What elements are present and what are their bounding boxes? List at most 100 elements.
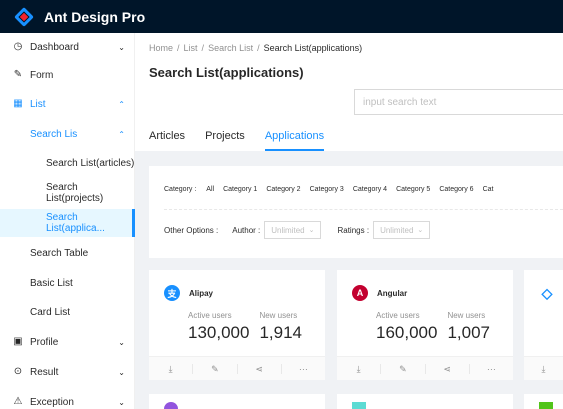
sidebar-item-label: Card List <box>30 306 71 318</box>
app-stats: Active users 130,000 New users 1,914 <box>188 311 312 343</box>
active-users-label: Active users <box>188 311 232 320</box>
breadcrumb-separator: / <box>177 43 180 53</box>
sidebar-item-profile[interactable]: ▣ Profile ⌄ <box>0 328 135 356</box>
sidebar-item-label: List <box>30 98 46 110</box>
author-label: Author : <box>232 225 261 235</box>
form-icon: ✎ <box>13 69 23 80</box>
sidebar-item-label: Search List(applica... <box>46 212 105 234</box>
new-users-value: 1,007 <box>447 323 490 342</box>
app-name: Alipay <box>189 288 214 298</box>
new-users-label: New users <box>447 311 486 320</box>
more-icon[interactable]: ··· <box>282 364 325 374</box>
share-icon[interactable]: ⋖ <box>238 364 282 374</box>
sidebar-item-form[interactable]: ✎ Form <box>0 61 135 89</box>
app-name: Angular <box>377 288 408 298</box>
sidebar-item-result[interactable]: ⊙ Result ⌄ <box>0 358 135 386</box>
card-actions: ⤓ ✎ ⋖ ··· <box>337 356 513 380</box>
more-icon[interactable]: ··· <box>470 364 513 374</box>
sidebar-item-card-list[interactable]: Card List <box>0 298 135 326</box>
page-title: Search List(applications) <box>149 65 304 80</box>
top-header: Ant Design Pro <box>0 0 563 33</box>
sidebar-item-search-list[interactable]: Search Lis ⌃ <box>0 120 135 148</box>
search-input[interactable]: input search text <box>354 89 563 115</box>
edit-icon[interactable]: ✎ <box>381 364 426 374</box>
sidebar-item-search-list-projects[interactable]: Search List(projects) <box>0 179 135 207</box>
breadcrumb-search-list[interactable]: Search List <box>208 43 253 53</box>
app-card: A Angular Active users 160,000 New users 1… <box>337 270 513 380</box>
ratings-label: Ratings : <box>337 225 370 235</box>
tab-applications[interactable]: Applications <box>264 130 325 151</box>
download-icon[interactable]: ⤓ <box>337 364 382 374</box>
sidebar-item-dashboard[interactable]: ◷ Dashboard ⌄ <box>0 33 135 61</box>
sidebar-item-label: Dashboard <box>30 41 79 53</box>
sidebar-item-exception[interactable]: ⚠ Exception ⌄ <box>0 388 135 409</box>
edit-icon[interactable]: ✎ <box>193 364 238 374</box>
search-placeholder: input search text <box>363 96 437 108</box>
breadcrumb-home[interactable]: Home <box>149 43 173 53</box>
chevron-down-icon: ⌄ <box>417 227 424 234</box>
active-users-value: 160,000 <box>376 323 438 342</box>
category-tag[interactable]: Category 1 <box>223 186 257 193</box>
filter-card: Category : All Category 1 Category 2 Cat… <box>149 166 563 258</box>
active-users-label: Active users <box>376 311 420 320</box>
page-header: Home / List / Search List / Search List(applic… <box>135 33 563 151</box>
alipay-icon: 支 <box>164 285 180 301</box>
category-tag[interactable]: Cat <box>483 186 494 193</box>
sidebar-item-search-table[interactable]: Search Table <box>0 239 135 267</box>
sidebar-item-label: Form <box>30 69 54 81</box>
category-tag[interactable]: Category 2 <box>266 186 300 193</box>
card-actions: ⤓ ✎ ⋖ ··· <box>149 356 325 380</box>
warning-icon: ⚠ <box>13 396 23 407</box>
ant-design-logo-icon[interactable] <box>14 6 34 27</box>
breadcrumb-separator: / <box>257 43 260 53</box>
angular-icon: A <box>352 285 368 301</box>
active-users-value: 130,000 <box>188 323 250 342</box>
sidebar-item-list[interactable]: ▦ List ⌃ <box>0 90 135 118</box>
chevron-down-icon: ⌄ <box>118 397 125 407</box>
category-tag[interactable]: Category 3 <box>310 186 344 193</box>
breadcrumb-list[interactable]: List <box>184 43 198 53</box>
sidebar-item-search-list-applications[interactable]: Search List(applica... <box>0 209 135 237</box>
breadcrumb-separator: / <box>201 43 205 53</box>
tab-articles[interactable]: Articles <box>149 130 185 151</box>
app-avatar-icon <box>352 402 366 409</box>
table-icon: ▦ <box>13 98 23 109</box>
category-tag[interactable]: Category 5 <box>396 186 430 193</box>
sidebar: ◷ Dashboard ⌄ ✎ Form ▦ List ⌃ Search Lis… <box>0 33 135 409</box>
profile-icon: ▣ <box>13 336 23 347</box>
ratings-select[interactable]: Unlimited ⌄ <box>373 221 431 239</box>
app-card: 支 Alipay Active users 130,000 New users 1,… <box>149 270 325 380</box>
new-users-label: New users <box>259 311 298 320</box>
sidebar-item-label: Search Lis <box>30 128 78 140</box>
other-options-label: Other Options : <box>164 225 219 235</box>
category-tag[interactable]: Category 4 <box>353 186 387 193</box>
tab-projects[interactable]: Projects <box>205 130 245 151</box>
sidebar-item-label: Search List(projects) <box>46 182 104 204</box>
app-card-partial <box>524 394 563 409</box>
sidebar-item-basic-list[interactable]: Basic List <box>0 269 135 297</box>
download-icon[interactable]: ⤓ <box>149 364 194 374</box>
sidebar-item-label: Search Table <box>30 247 89 259</box>
category-tag[interactable]: Category 6 <box>439 186 473 193</box>
app-card-partial <box>149 394 325 409</box>
ratings-select-value: Unlimited <box>380 225 414 235</box>
breadcrumb: Home / List / Search List / Search List(applic… <box>149 43 362 53</box>
sidebar-item-label: Exception <box>30 396 74 408</box>
app-title[interactable]: Ant Design Pro <box>44 9 145 25</box>
sidebar-item-search-list-articles[interactable]: Search List(articles) <box>0 149 135 177</box>
chevron-up-icon: ⌃ <box>118 99 125 109</box>
author-select[interactable]: Unlimited ⌄ <box>264 221 322 239</box>
ant-design-icon: ◇ <box>539 285 555 301</box>
category-filter: Category : All Category 1 Category 2 Cat… <box>164 186 502 193</box>
app-card-partial: ◇ A ⤓ <box>524 270 563 380</box>
chevron-down-icon: ⌄ <box>118 42 125 52</box>
app-stats: Active users 160,000 New users 1,007 <box>376 311 500 343</box>
card-actions: ⤓ <box>524 356 563 380</box>
category-tag-all[interactable]: All <box>206 186 214 193</box>
sidebar-item-label: Basic List <box>30 277 73 289</box>
author-select-value: Unlimited <box>271 225 305 235</box>
category-label: Category : <box>164 186 197 193</box>
download-icon[interactable]: ⤓ <box>524 364 563 374</box>
chevron-down-icon: ⌄ <box>118 367 125 377</box>
share-icon[interactable]: ⋖ <box>426 364 470 374</box>
